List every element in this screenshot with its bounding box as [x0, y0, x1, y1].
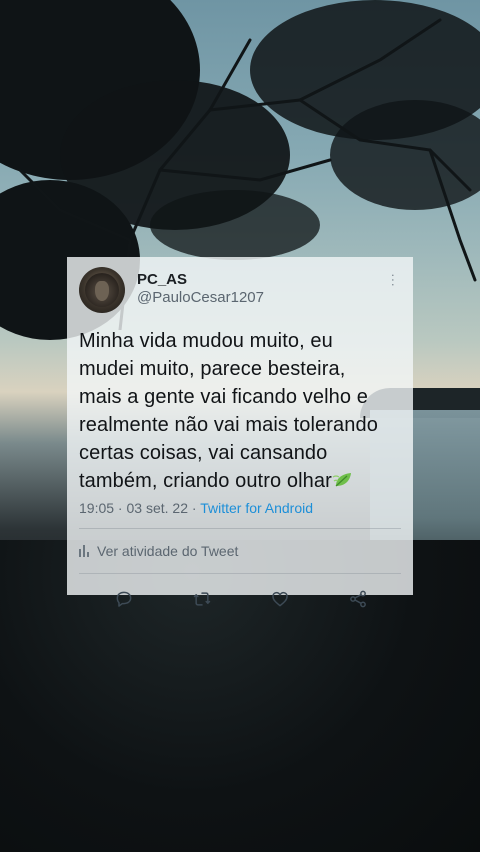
user-handle[interactable]: @PauloCesar1207: [137, 289, 264, 307]
tweet-card[interactable]: PC_AS @PauloCesar1207 ··· Minha vida mud…: [67, 257, 413, 608]
share-button[interactable]: [347, 588, 369, 610]
view-activity-link[interactable]: Ver atividade do Tweet: [79, 541, 401, 561]
tweet-header: PC_AS @PauloCesar1207 ···: [79, 267, 402, 319]
tweet-source-link[interactable]: Twitter for Android: [200, 500, 313, 516]
share-icon: [350, 590, 366, 608]
tweet-actions: [79, 574, 401, 610]
leaf-fluttering-icon: [332, 473, 351, 487]
retweet-button[interactable]: [191, 588, 213, 610]
tweet-time: 19:05: [79, 500, 115, 516]
analytics-bar-icon: [79, 545, 91, 557]
tweet-meta: 19:05 · 03 set. 22 · Twitter for Android: [79, 499, 401, 517]
author-names: PC_AS @PauloCesar1207: [137, 267, 264, 307]
retweet-icon: [193, 592, 211, 606]
tweet-body: Minha vida mudou muito, eu mudei muito, …: [79, 330, 378, 492]
display-name[interactable]: PC_AS: [137, 271, 264, 289]
view-activity-label: Ver atividade do Tweet: [97, 543, 239, 559]
meta-separator: ·: [188, 500, 201, 516]
reply-button[interactable]: [113, 588, 135, 610]
like-button[interactable]: [269, 588, 291, 610]
tweet-date: 03 set. 22: [126, 500, 189, 516]
meta-separator: ·: [114, 500, 127, 516]
avatar[interactable]: [79, 267, 125, 313]
reply-icon: [116, 591, 132, 607]
heart-icon: [272, 591, 288, 607]
tweet-text: Minha vida mudou muito, eu mudei muito, …: [79, 327, 401, 495]
avatar-lion-face: [95, 281, 109, 301]
divider: [79, 528, 401, 529]
more-dots-icon[interactable]: ···: [386, 267, 402, 287]
